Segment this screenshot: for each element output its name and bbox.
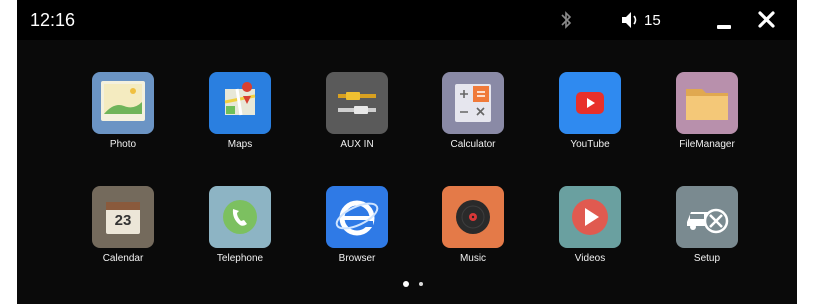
app-label: Videos	[574, 253, 606, 264]
settings-car-icon	[676, 186, 738, 248]
minimize-icon	[717, 25, 731, 29]
app-label: Maps	[227, 139, 253, 150]
app-label: Setup	[693, 253, 721, 264]
app-label: AUX IN	[340, 139, 374, 150]
maps-icon	[209, 72, 271, 134]
app-telephone[interactable]: Telephone	[190, 186, 290, 286]
calendar-day: 23	[114, 212, 132, 229]
volume-icon	[622, 12, 637, 28]
app-browser[interactable]: Browser	[307, 186, 407, 286]
app-label: Telephone	[216, 253, 264, 264]
photo-icon	[92, 72, 154, 134]
app-youtube[interactable]: YouTube	[540, 72, 640, 172]
aux-cable-icon	[326, 72, 388, 134]
clock: 12:16	[30, 10, 76, 30]
app-label: FileManager	[679, 139, 735, 150]
browser-icon	[326, 186, 388, 248]
app-calculator[interactable]: Calculator	[423, 72, 523, 172]
music-disc-icon	[442, 186, 504, 248]
app-label: YouTube	[570, 139, 610, 150]
home-screen: 12:16 15 Photo Maps AUX IN Calculator Yo…	[17, 0, 797, 304]
page-indicator	[403, 280, 427, 288]
app-label: Photo	[109, 139, 137, 150]
app-videos[interactable]: Videos	[540, 186, 640, 286]
app-music[interactable]: Music	[423, 186, 523, 286]
app-aux-in[interactable]: AUX IN	[307, 72, 407, 172]
page-dot[interactable]	[419, 282, 423, 286]
app-label: Calendar	[102, 253, 144, 264]
calendar-icon: 23	[92, 186, 154, 248]
close-icon	[758, 11, 775, 28]
app-calendar[interactable]: 23 Calendar	[73, 186, 173, 286]
app-label: Music	[459, 253, 487, 264]
bluetooth-icon	[561, 11, 572, 29]
page-dot-active[interactable]	[403, 281, 409, 287]
app-maps[interactable]: Maps	[190, 72, 290, 172]
app-photo[interactable]: Photo	[73, 72, 173, 172]
app-label: Calculator	[450, 139, 496, 150]
volume-level: 15	[644, 12, 661, 29]
calculator-icon	[442, 72, 504, 134]
minimize-button[interactable]	[711, 10, 739, 32]
video-play-icon	[559, 186, 621, 248]
phone-icon	[209, 186, 271, 248]
app-filemanager[interactable]: FileManager	[657, 72, 757, 172]
status-bar: 12:16 15	[17, 0, 797, 40]
close-button[interactable]	[755, 10, 779, 32]
app-label: Browser	[338, 253, 376, 264]
app-setup[interactable]: Setup	[657, 186, 757, 286]
folder-icon	[676, 72, 738, 134]
youtube-icon	[559, 72, 621, 134]
